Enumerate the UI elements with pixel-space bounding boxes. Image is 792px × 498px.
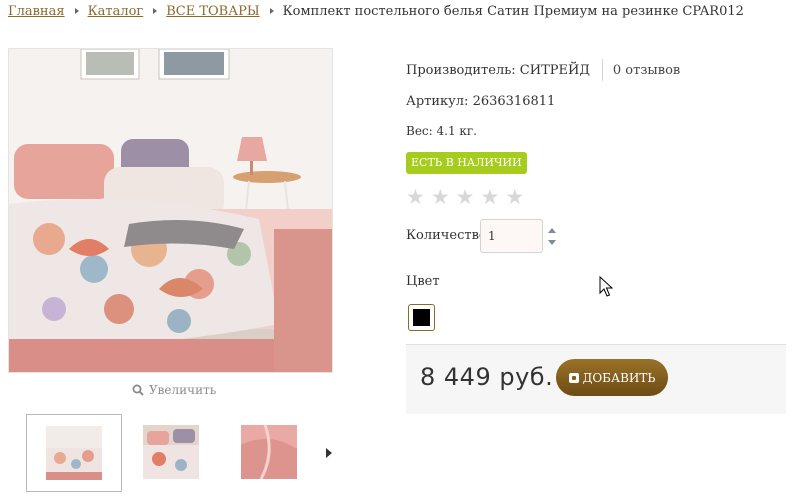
breadcrumb-catalog-link[interactable]: Каталог (88, 4, 144, 19)
breadcrumb-separator-icon (153, 8, 158, 14)
zoom-link[interactable]: Увеличить (132, 382, 216, 398)
breadcrumb-separator-icon (269, 8, 274, 14)
quantity-increase-icon[interactable] (547, 227, 557, 235)
reviews-link[interactable]: 0 отзывов (613, 63, 680, 78)
color-swatch-fill (413, 309, 430, 326)
divider (601, 59, 603, 81)
star-icon[interactable]: ★ (480, 186, 499, 208)
add-to-cart-button[interactable]: ДОБАВИТЬ (556, 359, 668, 396)
mouse-cursor-icon (599, 276, 613, 297)
chevron-right-icon[interactable] (323, 445, 335, 461)
color-label: Цвет (406, 274, 440, 289)
breadcrumb-separator-icon (74, 8, 79, 14)
bedroom-photo (9, 49, 332, 372)
breadcrumb-home-link[interactable]: Главная (8, 4, 65, 19)
thumbnails-next-arrow (326, 448, 332, 458)
thumbnail-2[interactable] (124, 414, 220, 492)
thumbnail-1-image (46, 426, 102, 480)
quantity-decrease-icon[interactable] (547, 239, 557, 247)
product-main-image[interactable] (8, 48, 333, 373)
manufacturer: Производитель: СИТРЕЙД (406, 62, 590, 78)
thumbnail-3-image (241, 425, 297, 479)
star-icon[interactable]: ★ (505, 186, 524, 208)
basket-icon (568, 372, 579, 383)
add-to-cart-label: ДОБАВИТЬ (582, 370, 656, 385)
sku: Артикул: 2636316811 (406, 94, 556, 109)
thumbnail-1[interactable] (26, 414, 122, 492)
quantity-input[interactable] (480, 219, 543, 253)
thumbnail-2-image (143, 425, 199, 479)
thumbnail-strip (26, 414, 336, 492)
manufacturer-row: Производитель: СИТРЕЙД 0 отзывов (406, 59, 680, 81)
breadcrumb-all-products-link[interactable]: ВСЕ ТОВАРЫ (166, 4, 259, 19)
magnifier-icon (132, 384, 144, 396)
price-block: 8 449 руб. ДОБАВИТЬ (406, 344, 786, 414)
star-icon[interactable]: ★ (406, 186, 425, 208)
thumbnail-3[interactable] (222, 414, 318, 492)
product-info: Производитель: СИТРЕЙД 0 отзывов Артикул… (406, 0, 786, 498)
rating-stars[interactable]: ★ ★ ★ ★ ★ (406, 186, 524, 208)
star-icon[interactable]: ★ (456, 186, 475, 208)
stock-badge: ЕСТЬ В НАЛИЧИИ (406, 152, 527, 174)
weight: Вес: 4.1 кг. (406, 124, 477, 138)
quantity-label: Количество: (406, 228, 492, 243)
star-icon[interactable]: ★ (431, 186, 450, 208)
price: 8 449 руб. (420, 363, 554, 391)
color-swatch-black[interactable] (408, 304, 435, 331)
zoom-label: Увеличить (149, 383, 217, 397)
